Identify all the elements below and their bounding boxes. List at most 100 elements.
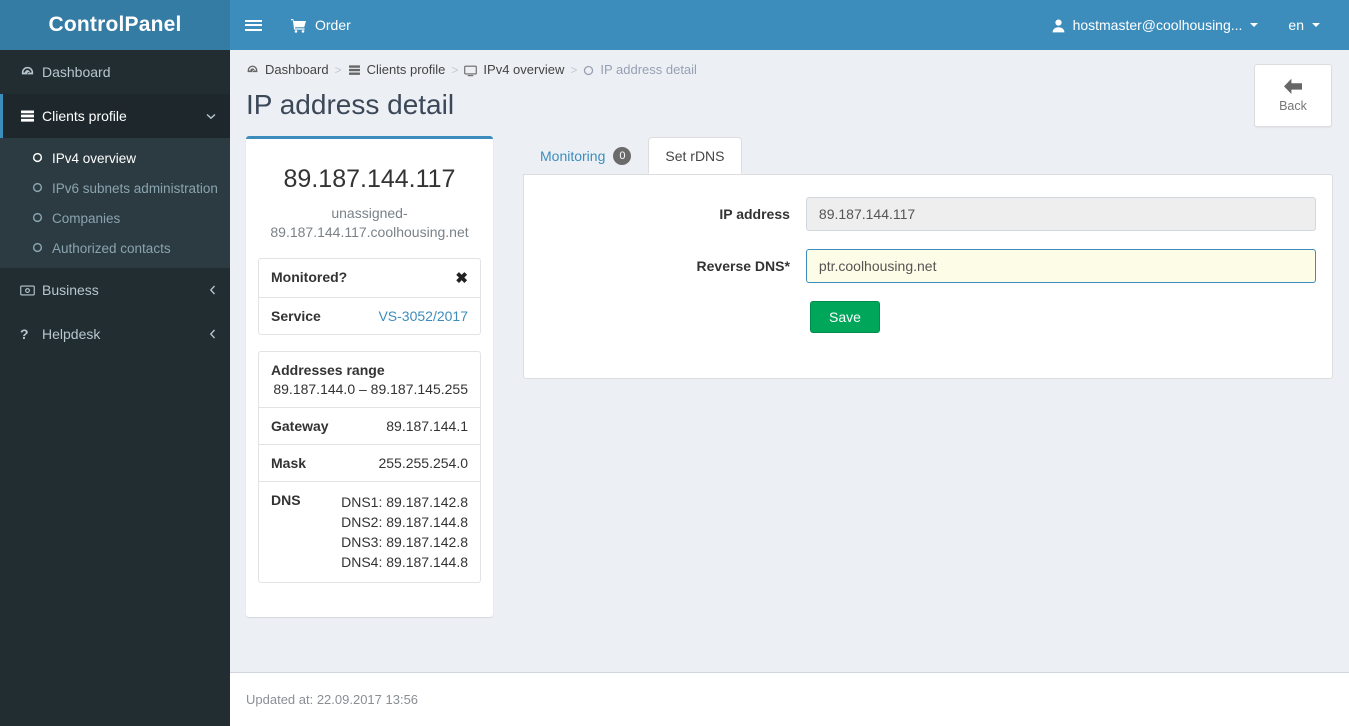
breadcrumb: Dashboard > Clients profile > IPv4 overv… (230, 50, 1349, 77)
chevron-down-icon (1250, 23, 1259, 27)
row-value: 89.187.144.1 (386, 418, 468, 435)
table-row-mask: Mask 255.255.254.0 (259, 445, 480, 483)
sidebar-item-ipv6-subnets[interactable]: IPv6 subnets administration (0, 173, 230, 203)
user-icon (1052, 17, 1065, 33)
brand-title: ControlPanel (48, 13, 182, 36)
dns-values: DNS1: 89.187.142.8 DNS2: 89.187.144.8 DN… (341, 492, 468, 572)
breadcrumb-item-ipv4-overview[interactable]: IPv4 overview (464, 62, 564, 77)
tab-panel-set-rdns: IP address Reverse DNS* Save (523, 174, 1333, 380)
chevron-left-icon (209, 328, 216, 340)
chevron-down-icon (1312, 23, 1320, 27)
ip-hostname: unassigned- 89.187.144.117.coolhousing.n… (258, 204, 481, 242)
footer: Updated at: 22.09.2017 13:56 (230, 672, 1349, 726)
row-label: Gateway (271, 418, 329, 435)
sidebar-subitem-label: Authorized contacts (52, 240, 171, 256)
hostname-line-2: 89.187.144.117.coolhousing.net (270, 224, 469, 241)
tab-monitoring[interactable]: Monitoring 0 (523, 137, 648, 174)
question-icon: ? (20, 326, 29, 342)
back-button[interactable]: Back (1254, 64, 1332, 127)
sidebar-item-dashboard[interactable]: Dashboard (0, 50, 230, 94)
back-button-label: Back (1279, 99, 1307, 114)
circle-icon (32, 182, 52, 193)
sidebar-menu: Dashboard Clients profile IPv4 overview … (0, 50, 230, 356)
circle-icon (32, 212, 52, 223)
language-label: en (1288, 17, 1304, 33)
sidebar-item-helpdesk[interactable]: ? Helpdesk (0, 312, 230, 356)
dashboard-icon (20, 65, 42, 80)
content-wrapper: Dashboard > Clients profile > IPv4 overv… (230, 50, 1349, 672)
row-label: DNS (271, 492, 301, 509)
row-value: 89.187.144.0 – 89.187.145.255 (273, 381, 468, 398)
sidebar-item-ipv4-overview[interactable]: IPv4 overview (0, 143, 230, 173)
dns-line: DNS4: 89.187.144.8 (341, 554, 468, 571)
breadcrumb-item-ip-address-detail: IP address detail (583, 62, 697, 77)
tab-label: Set rDNS (665, 147, 725, 164)
app-root: ControlPanel Dashboard Clients profile I… (0, 0, 1349, 726)
page-title: IP address detail (246, 89, 455, 121)
order-label: Order (315, 17, 351, 33)
breadcrumb-item-dashboard[interactable]: Dashboard (246, 62, 329, 77)
sidebar-subitem-label: Companies (52, 210, 121, 226)
shopping-cart-icon (291, 17, 307, 33)
table-row-service: Service VS-3052/2017 (259, 298, 480, 334)
monitoring-badge: 0 (613, 146, 632, 165)
rdns-panel: Monitoring 0 Set rDNS IP address Reverse… (523, 136, 1333, 380)
reverse-dns-input[interactable] (805, 249, 1316, 284)
circle-icon (32, 242, 52, 253)
table-row-dns: DNS DNS1: 89.187.142.8 DNS2: 89.187.144.… (259, 482, 480, 582)
tab-set-rdns[interactable]: Set rDNS (648, 137, 742, 175)
sidebar-item-companies[interactable]: Companies (0, 203, 230, 233)
breadcrumb-label: Dashboard (265, 62, 329, 78)
ip-info-card: 89.187.144.117 unassigned- 89.187.144.11… (246, 136, 493, 618)
ip-address-input (805, 197, 1316, 232)
navbar-right: hostmaster@coolhousing... en (1037, 0, 1349, 50)
row-label: Addresses range (271, 362, 385, 379)
service-link[interactable]: VS-3052/2017 (378, 308, 468, 324)
server-icon (348, 62, 361, 77)
breadcrumb-separator: > (570, 62, 578, 77)
dns-line: DNS1: 89.187.142.8 (341, 494, 468, 511)
dashboard-icon (246, 62, 259, 77)
top-navbar: Order hostmaster@coolhousing... en (230, 0, 1349, 50)
chevron-left-icon (209, 284, 216, 296)
breadcrumb-separator: > (451, 62, 459, 77)
content-row: 89.187.144.117 unassigned- 89.187.144.11… (230, 121, 1349, 618)
table-row-gateway: Gateway 89.187.144.1 (259, 408, 480, 446)
sidebar-item-authorized-contacts[interactable]: Authorized contacts (0, 233, 230, 263)
breadcrumb-label: IP address detail (600, 62, 697, 78)
breadcrumb-separator: > (334, 62, 342, 77)
circle-icon (32, 152, 52, 163)
money-icon (20, 285, 42, 296)
breadcrumb-label: IPv4 overview (483, 62, 565, 78)
order-nav-link[interactable]: Order (276, 0, 366, 50)
dns-line: DNS3: 89.187.142.8 (341, 534, 468, 551)
tab-bar: Monitoring 0 Set rDNS (523, 136, 1333, 175)
arrow-left-icon (1283, 78, 1303, 96)
form-group-ip-address: IP address (540, 197, 1316, 232)
hostname-line-1: unassigned- (331, 205, 408, 222)
sidebar-subitem-label: IPv4 overview (52, 150, 137, 166)
breadcrumb-item-clients-profile[interactable]: Clients profile (348, 62, 446, 78)
monitor-icon (464, 62, 478, 77)
breadcrumb-label: Clients profile (366, 62, 446, 78)
updated-at-text: Updated at: 22.09.2017 13:56 (246, 692, 419, 707)
sidebar-submenu: IPv4 overview IPv6 subnets administratio… (0, 138, 230, 268)
user-menu[interactable]: hostmaster@coolhousing... (1037, 0, 1274, 50)
sidebar-item-business[interactable]: Business (0, 268, 230, 312)
table-row-monitored: Monitored? ✖ (259, 259, 480, 299)
sidebar-item-clients-profile[interactable]: Clients profile (0, 94, 230, 138)
sidebar-subitem-label: IPv6 subnets administration (52, 180, 218, 196)
tab-label: Monitoring (540, 147, 606, 164)
ip-address-label: IP address (719, 206, 790, 223)
form-group-actions: Save (540, 301, 1316, 334)
sidebar-item-label: Dashboard (42, 64, 111, 80)
save-button[interactable]: Save (810, 301, 880, 334)
table-row-addresses-range: Addresses range 89.187.144.0 – 89.187.14… (259, 352, 480, 409)
sidebar-item-label: Helpdesk (42, 326, 101, 342)
x-mark-icon: ✖ (455, 270, 468, 288)
language-menu[interactable]: en (1273, 0, 1335, 50)
brand-logo[interactable]: ControlPanel (0, 0, 230, 50)
form-group-reverse-dns: Reverse DNS* (540, 249, 1316, 284)
hamburger-icon[interactable] (230, 0, 276, 50)
server-icon (20, 109, 42, 123)
